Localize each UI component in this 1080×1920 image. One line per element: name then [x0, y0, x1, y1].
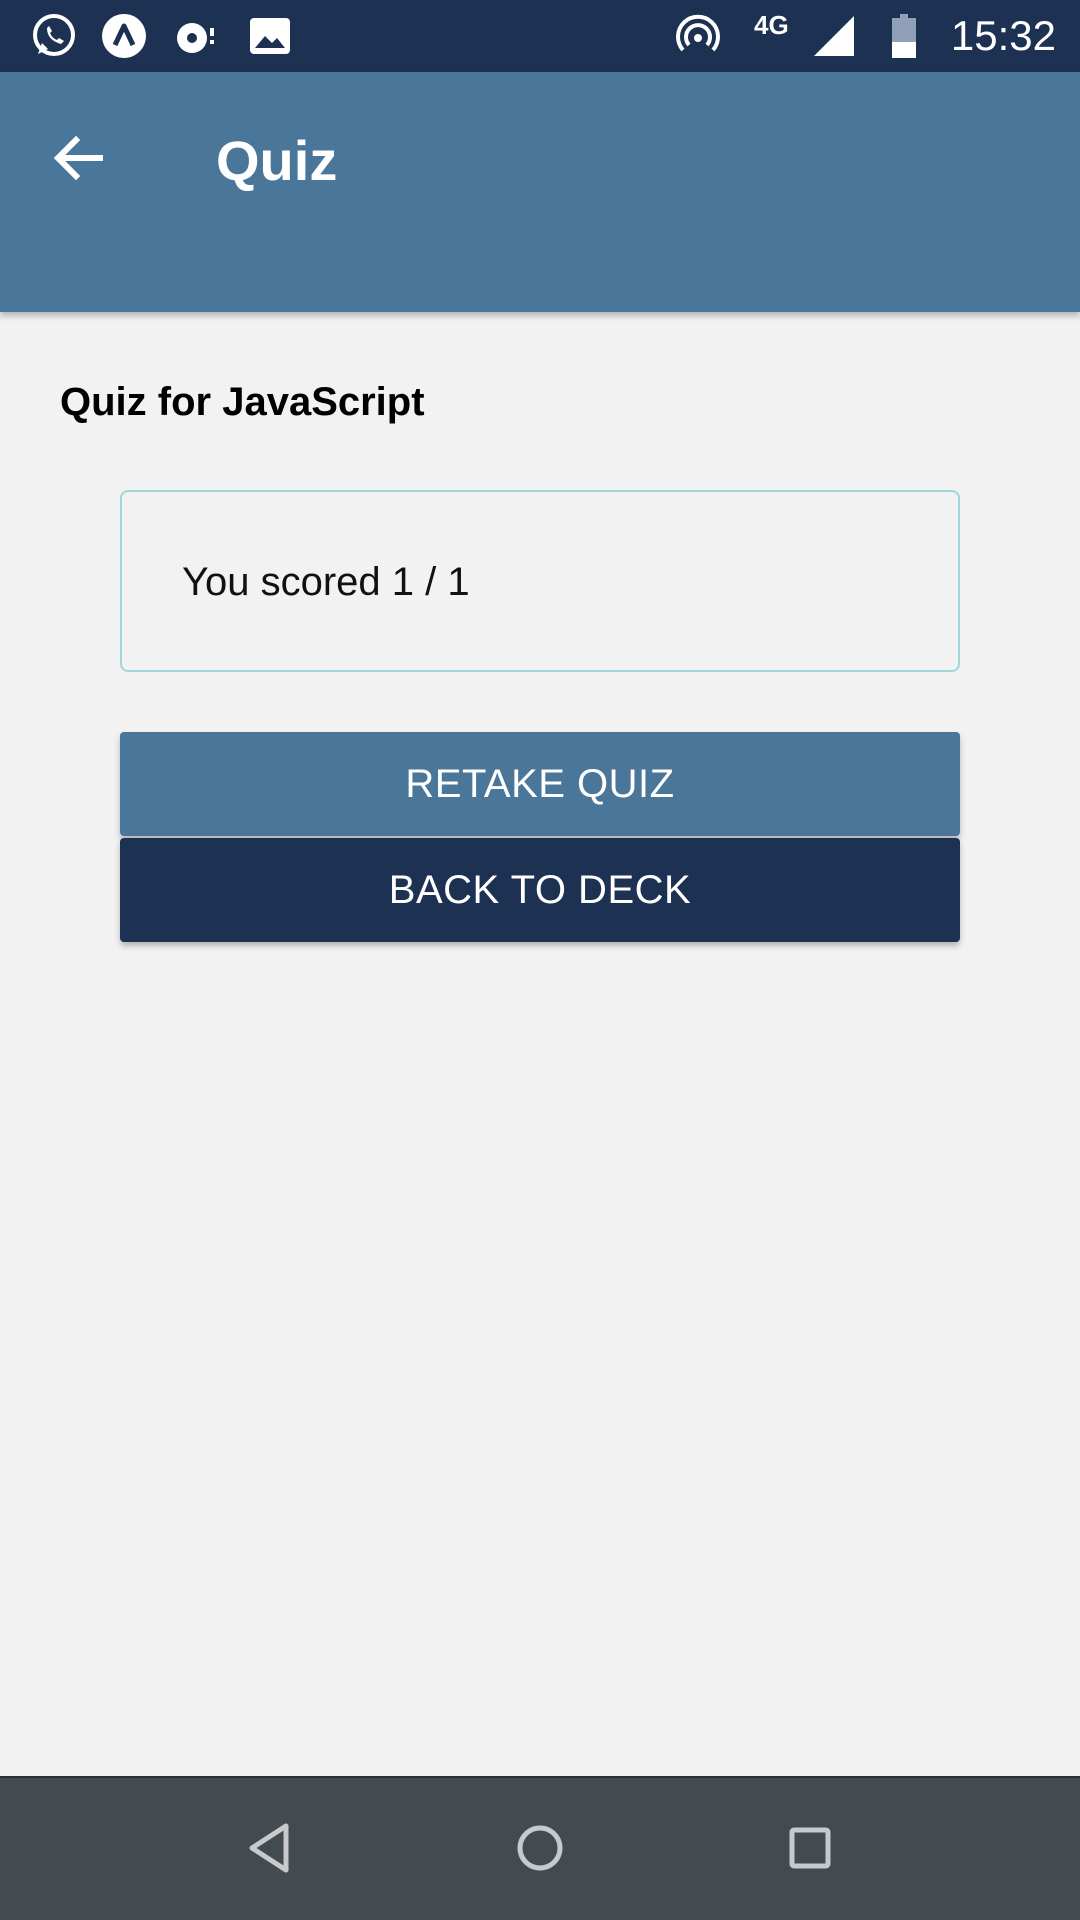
back-to-deck-button[interactable]: BACK TO DECK [120, 838, 960, 942]
back-triangle-icon [242, 1820, 298, 1881]
whatsapp-icon [30, 12, 78, 60]
retake-quiz-button[interactable]: RETAKE QUIZ [120, 732, 960, 836]
back-button[interactable] [40, 122, 116, 198]
network-type: 4G [754, 10, 789, 40]
nav-home-button[interactable] [488, 1798, 592, 1902]
expo-icon [100, 12, 148, 60]
navigation-bar [0, 1776, 1080, 1920]
nav-back-button[interactable] [218, 1798, 322, 1902]
podcast-icon [172, 12, 220, 60]
score-card: You scored 1 / 1 [120, 490, 960, 672]
image-icon [246, 12, 294, 60]
hotspot-icon [674, 12, 722, 60]
recents-square-icon [782, 1820, 838, 1881]
status-bar: 4G 15:32 [0, 0, 1080, 72]
app-header [0, 72, 1080, 312]
arrow-left-icon [50, 130, 106, 191]
page-title: Quiz [216, 129, 338, 192]
signal-icon [810, 12, 858, 60]
deck-title: Quiz for JavaScript [60, 380, 425, 424]
home-circle-icon [512, 1820, 568, 1881]
score-text: You scored 1 / 1 [182, 560, 470, 604]
nav-recents-button[interactable] [758, 1798, 862, 1902]
battery-icon [880, 12, 928, 60]
clock: 15:32 [950, 12, 1056, 59]
